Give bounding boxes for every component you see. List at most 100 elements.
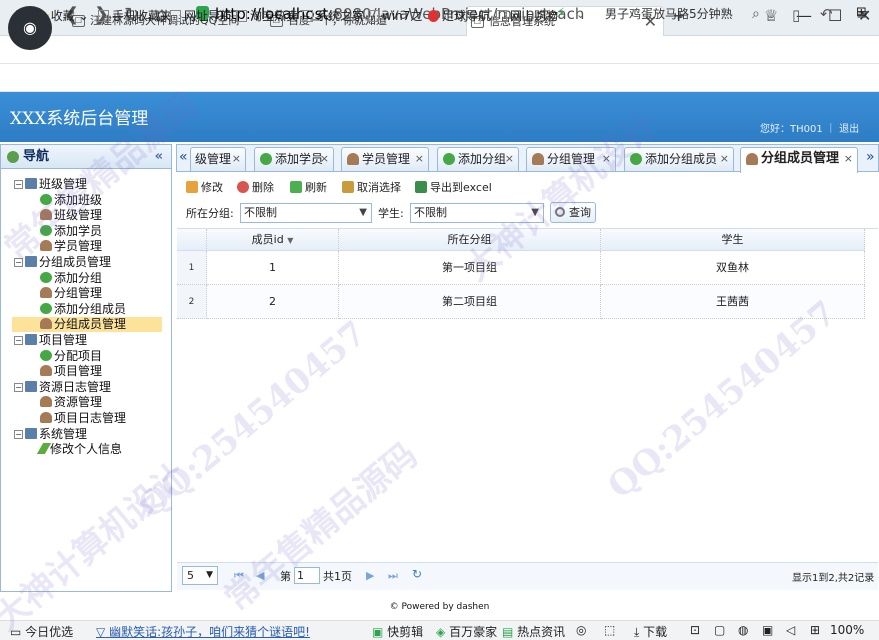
next-page-icon[interactable]: ▶ bbox=[366, 569, 374, 582]
status-item[interactable]: ▣ 快剪辑 bbox=[372, 623, 423, 640]
grid-apps-icon[interactable]: ⊞ bbox=[856, 5, 867, 20]
search-icon[interactable]: ⌕ bbox=[752, 6, 760, 22]
status-icon-misc7[interactable]: ⊞ bbox=[810, 623, 820, 637]
page-size-select[interactable]: 5 ▼ bbox=[182, 566, 218, 585]
status-item[interactable]: ◈ 百万豪家 bbox=[436, 623, 497, 640]
computer-icon bbox=[25, 380, 37, 392]
undo-icon[interactable]: ↶ bbox=[820, 5, 833, 23]
nav-item[interactable]: 班级管理 bbox=[12, 208, 162, 223]
nav-group[interactable]: − 系统管理 bbox=[12, 427, 162, 442]
grid-header-id[interactable]: 成员id ▼ bbox=[207, 229, 339, 251]
speaker-icon: ▽ bbox=[96, 625, 106, 639]
bookmark-item[interactable]: 足球导航 bbox=[428, 7, 490, 24]
tabs-scroll-right-icon[interactable]: » bbox=[866, 149, 875, 165]
cancel-select-icon bbox=[342, 181, 354, 193]
tree-toggle-icon[interactable]: − bbox=[14, 180, 23, 189]
close-tab-icon[interactable]: × bbox=[415, 148, 424, 170]
page-icon bbox=[236, 10, 247, 22]
main-tab[interactable]: 学员管理 × bbox=[341, 147, 429, 171]
nav-item[interactable]: 添加分组 bbox=[12, 271, 162, 286]
cell-group: 第二项目组 bbox=[339, 285, 601, 319]
tree-toggle-icon[interactable]: − bbox=[14, 335, 23, 345]
news-ticker[interactable]: ▽ 幽默笑话:孩孙子，咱们来猜个谜语吧! bbox=[96, 623, 310, 640]
nav-item-label: 项目管理 bbox=[39, 332, 88, 347]
user-info[interactable]: 您好：TH001 ｜ 退出 bbox=[760, 120, 859, 135]
browser-logo-icon[interactable]: ◉ bbox=[8, 6, 52, 50]
main-tab[interactable]: 添加分组 × bbox=[437, 147, 519, 171]
bookmark-item[interactable]: 系统之家 bbox=[302, 7, 364, 24]
status-icon-misc2[interactable]: ⬚ bbox=[604, 623, 615, 637]
nav-item[interactable]: 项目日志管理 bbox=[12, 411, 162, 426]
grid-header-student[interactable]: 学生 bbox=[601, 229, 865, 251]
status-icon-misc6[interactable]: ▣ bbox=[762, 623, 773, 637]
status-icon-misc4[interactable]: ▢ bbox=[714, 623, 725, 637]
nav-item[interactable]: 分配项目 bbox=[12, 349, 162, 364]
nav-item[interactable]: 项目管理 bbox=[12, 364, 162, 379]
prev-page-icon[interactable]: ◀ bbox=[256, 569, 264, 582]
tabs-scroll-left-icon[interactable]: « bbox=[179, 149, 188, 165]
nav-item[interactable]: 修改个人信息 bbox=[12, 442, 162, 457]
nav-group[interactable]: − 分组成员管理 bbox=[12, 255, 162, 270]
volume-icon[interactable]: ◁ bbox=[786, 623, 795, 637]
close-tab-icon[interactable]: × bbox=[720, 148, 729, 170]
main-tab[interactable]: 添加学员 × bbox=[254, 147, 334, 171]
first-page-icon[interactable]: ⏮ bbox=[234, 569, 244, 583]
search-query-input[interactable]: 男子鸡蛋放马路5分钟熟 bbox=[605, 2, 765, 26]
today-pick[interactable]: ▭ 今日优选 bbox=[10, 623, 73, 640]
status-icon-misc3[interactable]: ⊡ bbox=[690, 623, 700, 637]
last-page-icon[interactable]: ⏭ bbox=[388, 569, 398, 583]
bookmark-item[interactable]: 网上购物 bbox=[496, 7, 558, 24]
bookmark-item[interactable]: 手机收藏夹 bbox=[98, 7, 172, 24]
edit-icon bbox=[186, 181, 198, 193]
nav-item[interactable]: 资源管理 bbox=[12, 395, 162, 410]
grid-header-group[interactable]: 所在分组 bbox=[339, 229, 601, 251]
tree-toggle-icon[interactable]: − bbox=[14, 429, 23, 439]
main-tab[interactable]: 分组成员管理 × bbox=[740, 147, 858, 173]
nav-item[interactable]: 添加班级 bbox=[12, 193, 162, 208]
add-icon bbox=[40, 349, 52, 361]
status-icon-misc5[interactable]: ◍ bbox=[738, 623, 748, 637]
bookmark-item[interactable]: 网址导航 bbox=[170, 7, 232, 24]
nav-item[interactable]: 分组成员管理 bbox=[12, 317, 162, 333]
tree-toggle-icon[interactable]: − bbox=[14, 257, 23, 267]
bookmark-item[interactable]: win7之 bbox=[368, 7, 422, 24]
nav-group[interactable]: − 项目管理 bbox=[12, 333, 162, 348]
download-button[interactable]: ⤓ 下载 bbox=[634, 623, 667, 640]
skin-icon[interactable]: ♕ bbox=[764, 6, 778, 25]
close-tab-icon[interactable]: × bbox=[602, 148, 611, 170]
main-tab[interactable]: 分组管理 × bbox=[526, 147, 616, 171]
close-tab-icon[interactable]: × bbox=[505, 148, 514, 170]
status-item[interactable]: ▤ 热点资讯 bbox=[502, 623, 565, 640]
collapse-icon[interactable]: « bbox=[155, 145, 163, 169]
bookmark-item[interactable]: 淘宝热卖 bbox=[236, 7, 298, 24]
close-tab-icon[interactable]: × bbox=[844, 148, 853, 170]
zoom-level[interactable]: 100% bbox=[830, 623, 864, 637]
dropdown-chevron-icon[interactable]: ⌄ bbox=[576, 8, 585, 21]
close-tab-icon[interactable]: × bbox=[320, 148, 329, 170]
main-tab[interactable]: 级管理 × bbox=[190, 147, 246, 171]
status-icon-misc[interactable]: ◎ bbox=[576, 623, 586, 637]
bookmark-label: 网址导航 bbox=[184, 9, 233, 23]
group-select[interactable]: 不限制 ▼ bbox=[240, 203, 372, 223]
nav-group[interactable]: − 资源日志管理 bbox=[12, 380, 162, 395]
export-button[interactable]: 导出到excel bbox=[415, 179, 492, 195]
delete-button[interactable]: 删除 bbox=[237, 179, 274, 195]
nav-item[interactable]: 添加分组成员 bbox=[12, 302, 162, 317]
mobile-icon[interactable]: ▯ bbox=[792, 6, 800, 24]
nav-item[interactable]: 添加学员 bbox=[12, 224, 162, 239]
edit-button[interactable]: 修改 bbox=[186, 179, 223, 195]
student-select[interactable]: 不限制 ▼ bbox=[410, 203, 544, 223]
tree-toggle-icon[interactable]: − bbox=[14, 382, 23, 392]
nav-item[interactable]: 分组管理 bbox=[12, 286, 162, 301]
pager-refresh-icon[interactable]: ↻ bbox=[412, 567, 422, 581]
close-tab-icon[interactable]: × bbox=[232, 148, 241, 170]
cancel-select-button[interactable]: 取消选择 bbox=[342, 179, 401, 195]
cancel-select-label: 取消选择 bbox=[357, 181, 401, 194]
query-button[interactable]: 查询 bbox=[550, 202, 596, 223]
main-tab[interactable]: 添加分组成员 × bbox=[624, 147, 734, 171]
page-number-input[interactable]: 1 bbox=[294, 567, 320, 584]
news-text: 幽默笑话:孩孙子，咱们来猜个谜语吧! bbox=[109, 625, 310, 639]
nav-group[interactable]: − 班级管理 bbox=[12, 177, 162, 192]
refresh-button[interactable]: 刷新 bbox=[290, 179, 327, 195]
nav-item[interactable]: 学员管理 bbox=[12, 239, 162, 254]
